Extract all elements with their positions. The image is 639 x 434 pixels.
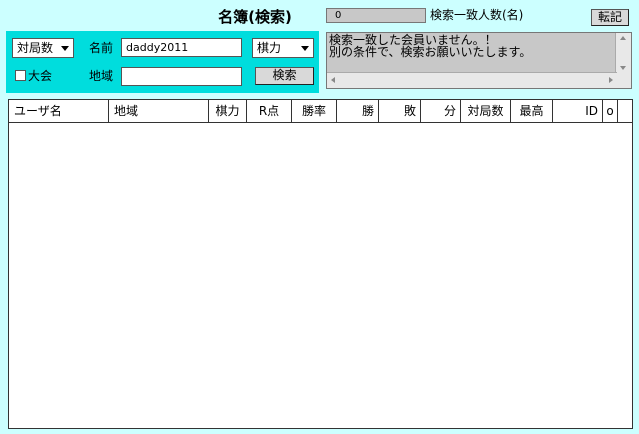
column-header-losses[interactable]: 敗: [379, 100, 421, 122]
column-header-region[interactable]: 地域: [109, 100, 209, 122]
column-header-draws[interactable]: 分: [421, 100, 461, 122]
column-header-highest[interactable]: 最高: [511, 100, 553, 122]
search-button[interactable]: 検索: [255, 67, 314, 85]
column-header-game-count[interactable]: 対局数: [461, 100, 511, 122]
scroll-up-icon[interactable]: [620, 36, 626, 40]
member-table: ユーザ名 地域 棋力 R点 勝率 勝 敗 分 対局数 最高 ID o: [8, 99, 633, 429]
tournament-checkbox[interactable]: [15, 70, 26, 81]
scroll-right-icon[interactable]: [609, 77, 613, 83]
chevron-down-icon: [61, 46, 69, 51]
column-header-id[interactable]: ID: [553, 100, 603, 122]
name-label: 名前: [89, 41, 114, 55]
message-text: 検索一致した会員いません。！ 別の条件で、検索お願いいたします。: [329, 33, 532, 59]
search-panel: 対局数 名前 daddy2011 棋力 大会 地域 検索: [6, 31, 319, 93]
rating-select-value: 棋力: [257, 41, 282, 55]
column-header-rating-points[interactable]: R点: [247, 100, 292, 122]
name-input[interactable]: daddy2011: [121, 38, 242, 57]
column-header-online[interactable]: o: [603, 100, 618, 122]
message-box: 検索一致した会員いません。！ 別の条件で、検索お願いいたします。: [326, 32, 632, 89]
region-input[interactable]: [121, 67, 242, 86]
tournament-label: 大会: [28, 69, 53, 83]
rating-select[interactable]: 棋力: [252, 38, 314, 58]
scroll-down-icon[interactable]: [620, 66, 626, 70]
sort-select[interactable]: 対局数: [12, 38, 74, 58]
page-title: 名簿(検索): [218, 8, 292, 26]
message-horizontal-scrollbar[interactable]: [327, 72, 617, 88]
column-header-username[interactable]: ユーザ名: [9, 100, 109, 122]
scroll-corner: [616, 73, 631, 88]
chevron-down-icon: [301, 46, 309, 51]
region-label: 地域: [89, 69, 114, 83]
column-header-wins[interactable]: 勝: [337, 100, 379, 122]
result-count-label: 検索一致人数(名): [430, 8, 524, 22]
column-header-win-rate[interactable]: 勝率: [292, 100, 337, 122]
column-header-rank[interactable]: 棋力: [209, 100, 247, 122]
message-vertical-scrollbar[interactable]: [615, 33, 631, 73]
sort-select-value: 対局数: [17, 41, 54, 55]
table-header: ユーザ名 地域 棋力 R点 勝率 勝 敗 分 対局数 最高 ID o: [9, 100, 632, 123]
transfer-button[interactable]: 転記: [591, 9, 629, 26]
scroll-left-icon[interactable]: [331, 77, 335, 83]
result-count: 0: [326, 8, 426, 23]
